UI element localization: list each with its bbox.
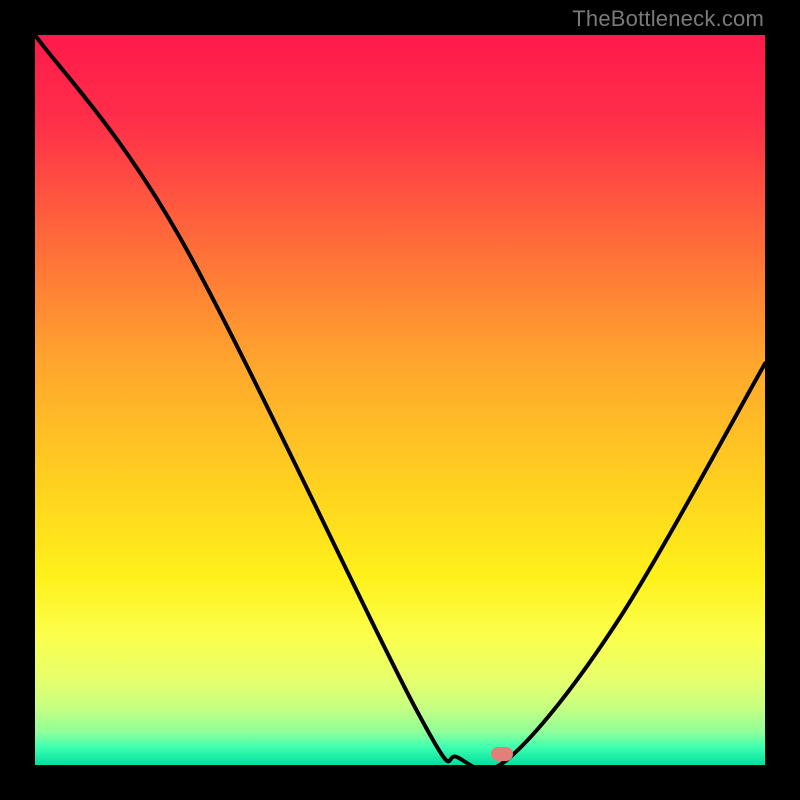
optimal-point-marker: [491, 747, 513, 761]
chart-frame: TheBottleneck.com: [0, 0, 800, 800]
bottleneck-curve: [35, 35, 765, 765]
plot-area: [35, 35, 765, 765]
watermark-text: TheBottleneck.com: [572, 6, 764, 32]
